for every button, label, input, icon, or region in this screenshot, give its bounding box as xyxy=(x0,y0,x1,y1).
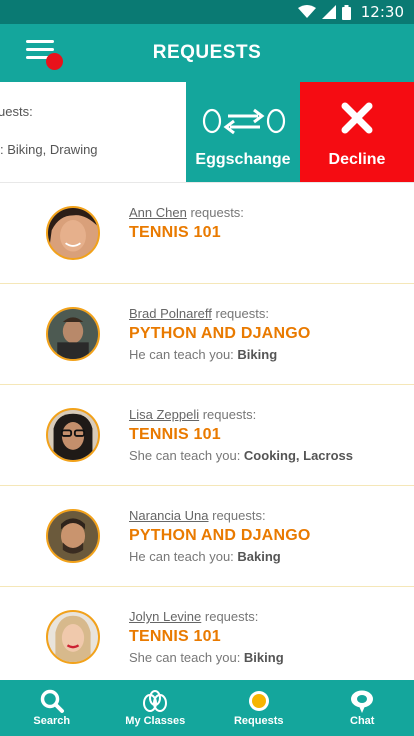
list-item[interactable]: Lisa Zeppeli requests: TENNIS 101 She ca… xyxy=(0,385,414,486)
avatar xyxy=(46,307,100,361)
requested-course: PYTHON AND DJANGO xyxy=(129,325,311,342)
list-item[interactable]: Brad Polnareff requests: PYTHON AND DJAN… xyxy=(0,284,414,385)
eggschange-label: Eggschange xyxy=(195,151,291,168)
requester-name-link[interactable]: Lisa Zeppeli xyxy=(129,407,199,422)
avatar xyxy=(46,408,100,462)
close-icon xyxy=(341,102,373,134)
teach-offer: He can teach you: Biking xyxy=(129,347,277,362)
page-title: REQUESTS xyxy=(152,42,262,63)
app-bar: REQUESTS xyxy=(0,24,414,82)
teach-offer: He can teach you: Baking xyxy=(129,549,281,564)
nav-chat-label: Chat xyxy=(350,715,375,727)
bottom-nav: Search My Classes Requests Chat xyxy=(0,680,414,736)
eggschange-button[interactable]: Eggschange xyxy=(186,82,300,182)
decline-button[interactable]: Decline xyxy=(300,82,414,182)
nav-requests-label: Requests xyxy=(233,715,284,727)
request-verb: requests: xyxy=(208,508,266,523)
swiped-request-row[interactable]: uests: : Biking, Drawing Eggschange Decl… xyxy=(0,82,414,183)
requests-icon xyxy=(248,691,269,711)
request-verb: requests: xyxy=(186,205,244,220)
classes-icon xyxy=(143,690,168,712)
request-header: Brad Polnareff requests: xyxy=(129,306,269,321)
teach-prefix: She can teach you: xyxy=(129,650,244,665)
battery-icon xyxy=(341,4,351,20)
teach-prefix: He can teach you: xyxy=(129,347,238,362)
request-verb: requests: xyxy=(199,407,257,422)
swiped-request-text: uests: xyxy=(0,104,33,119)
requested-course: TENNIS 101 xyxy=(129,628,221,645)
teach-offer: She can teach you: Cooking, Lacross xyxy=(129,448,353,463)
status-icons: 12:30 xyxy=(297,0,404,24)
status-bar: 12:30 xyxy=(0,0,414,24)
requester-name-link[interactable]: Brad Polnareff xyxy=(129,306,212,321)
requests-list: Ann Chen requests: TENNIS 101 Brad Polna… xyxy=(0,183,414,688)
nav-my-classes-label: My Classes xyxy=(125,715,186,727)
requested-course: TENNIS 101 xyxy=(129,426,221,443)
teach-skills: Biking xyxy=(237,347,278,362)
requested-course: TENNIS 101 xyxy=(129,224,221,241)
chat-icon xyxy=(351,690,374,713)
teach-offer: She can teach you: Biking xyxy=(129,650,284,665)
avatar xyxy=(46,206,100,260)
signal-icon xyxy=(321,5,336,19)
avatar xyxy=(46,610,100,664)
nav-my-classes[interactable]: My Classes xyxy=(104,680,208,736)
list-item[interactable]: Narancia Una requests: PYTHON AND DJANGO… xyxy=(0,486,414,587)
status-time: 12:30 xyxy=(360,3,404,21)
list-item[interactable]: Ann Chen requests: TENNIS 101 xyxy=(0,183,414,284)
request-header: Narancia Una requests: xyxy=(129,508,266,523)
avatar xyxy=(46,509,100,563)
requested-course: PYTHON AND DJANGO xyxy=(129,527,311,544)
teach-prefix: She can teach you: xyxy=(129,448,244,463)
wifi-icon xyxy=(297,5,316,18)
teach-skills: Cooking, Lacross xyxy=(243,448,353,463)
nav-search-label: Search xyxy=(33,715,71,727)
nav-requests[interactable]: Requests xyxy=(207,680,311,736)
search-icon xyxy=(40,689,64,713)
swiped-request-skills: : Biking, Drawing xyxy=(0,142,98,157)
request-verb: requests: xyxy=(211,306,269,321)
request-header: Lisa Zeppeli requests: xyxy=(129,407,256,422)
requester-name-link[interactable]: Narancia Una xyxy=(129,508,209,523)
request-header: Jolyn Levine requests: xyxy=(129,609,258,624)
requester-name-link[interactable]: Ann Chen xyxy=(129,205,187,220)
requester-name-link[interactable]: Jolyn Levine xyxy=(129,609,201,624)
teach-skills: Baking xyxy=(237,549,281,564)
list-item[interactable]: Jolyn Levine requests: TENNIS 101 She ca… xyxy=(0,587,414,688)
egg-exchange-icon xyxy=(202,108,286,135)
request-verb: requests: xyxy=(201,609,259,624)
teach-prefix: He can teach you: xyxy=(129,549,238,564)
decline-label: Decline xyxy=(328,151,386,168)
nav-chat[interactable]: Chat xyxy=(311,680,414,736)
teach-skills: Biking xyxy=(243,650,284,665)
request-header: Ann Chen requests: xyxy=(129,205,244,220)
nav-search[interactable]: Search xyxy=(0,680,104,736)
